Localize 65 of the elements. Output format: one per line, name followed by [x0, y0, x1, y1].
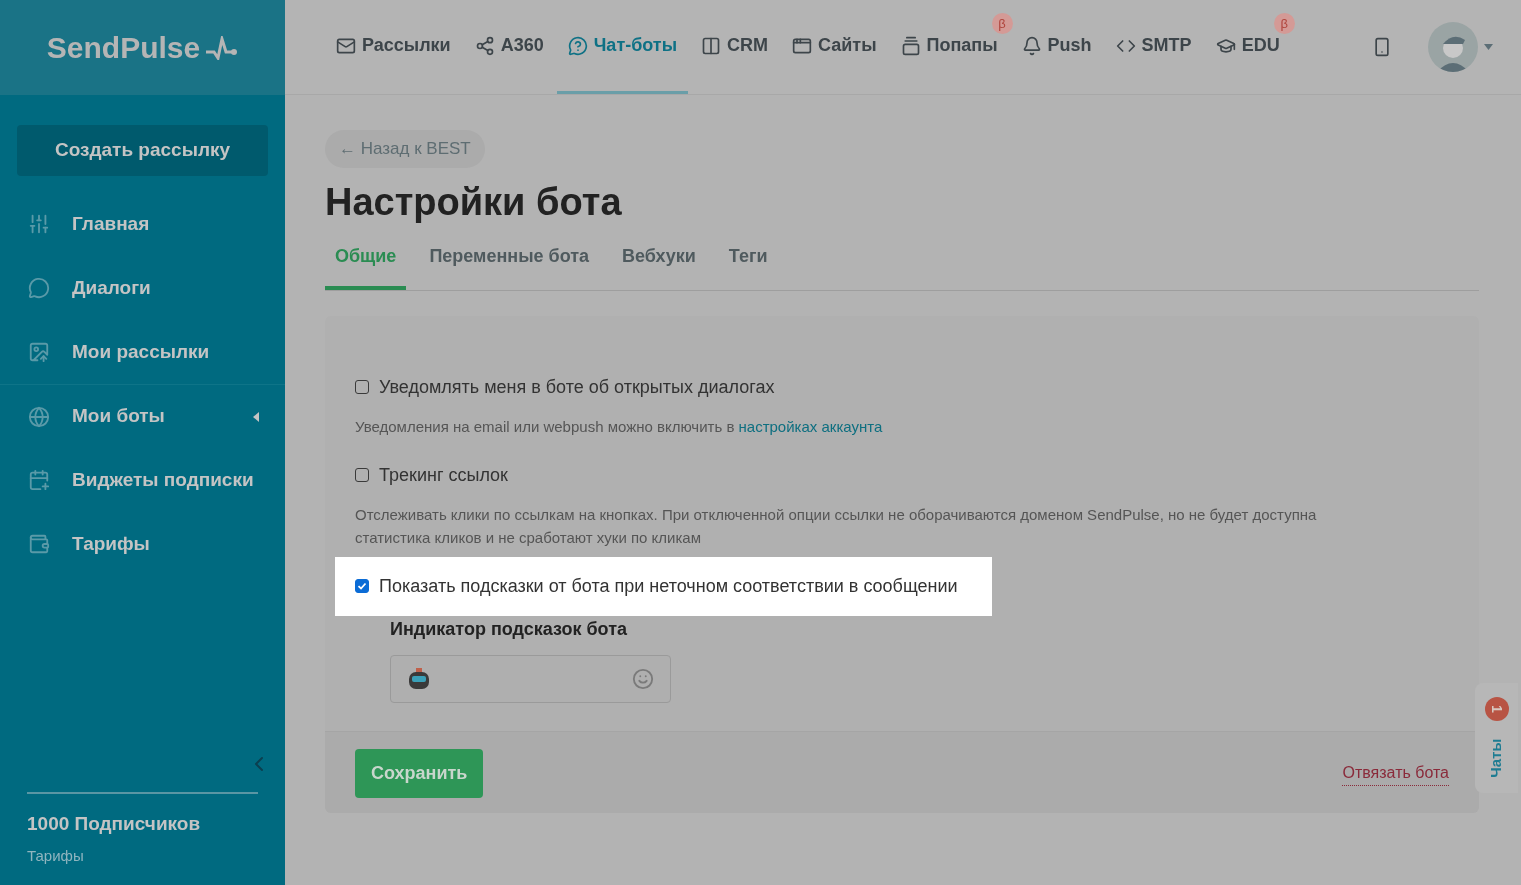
- avatar[interactable]: [1428, 22, 1478, 72]
- page-title: Настройки бота: [325, 179, 623, 225]
- nav-tab[interactable]: Push: [1010, 0, 1103, 94]
- speech-bubble-icon: [28, 277, 50, 299]
- chat-bubble-icon: [567, 35, 588, 56]
- back-link[interactable]: ← Назад к BEST: [325, 130, 485, 168]
- nav-tab[interactable]: Рассылки: [325, 0, 462, 94]
- checkbox-option[interactable]: Трекинг ссылок: [335, 445, 528, 505]
- nav-tab[interactable]: A360: [463, 0, 555, 94]
- robot-icon: [407, 667, 431, 690]
- tab[interactable]: Общие: [325, 242, 407, 290]
- chats-label: Чаты: [1486, 738, 1506, 778]
- sidebar-item-label: Диалоги: [72, 275, 151, 300]
- option-description: Уведомления на email или webpush можно включить в настройках аккаунта: [354, 416, 884, 437]
- checkbox[interactable]: [355, 579, 369, 593]
- emoji-icon[interactable]: [632, 667, 654, 690]
- sidebar-row[interactable]: Мои боты: [0, 384, 285, 448]
- sidebar-row[interactable]: Виджеты подписки: [0, 448, 285, 512]
- sliders-icon: [28, 213, 50, 235]
- nav-tab[interactable]: Чат-боты: [556, 0, 689, 94]
- sidebar-row[interactable]: Тарифы: [0, 512, 285, 576]
- plan-link[interactable]: Тарифы: [27, 844, 258, 867]
- indicator-label: Индикатор подсказок бота: [390, 617, 628, 641]
- checkbox[interactable]: [355, 380, 369, 394]
- caret-down-icon[interactable]: [1484, 44, 1493, 50]
- chats-count-badge: 1: [1484, 697, 1509, 721]
- unlink-bot-link[interactable]: Отвязать бота: [1342, 760, 1449, 786]
- option-description: Отслеживать клики по ссылкам на кнопках. При отключенной опции ссылки не оборачиваются доменом SendPulse, но не будет доступна статистика кликов и не сработают хуки по кликам: [354, 504, 1318, 548]
- phone-icon[interactable]: [1372, 37, 1392, 57]
- bell-icon: [1021, 35, 1042, 56]
- sidebar-row[interactable]: Мои рассылки: [0, 320, 285, 384]
- nav-tab[interactable]: CRM: [690, 0, 780, 94]
- globe-icon: [28, 405, 50, 428]
- indicator-field[interactable]: [390, 654, 671, 703]
- gallery-icon: [900, 35, 921, 56]
- nav-tab[interactable]: SMTP: [1104, 0, 1203, 94]
- caret-icon[interactable]: [253, 411, 259, 422]
- sidebar-item-label: Виджеты подписки: [72, 467, 254, 492]
- upload-icon: [28, 341, 50, 363]
- save-button[interactable]: Сохранить: [355, 748, 484, 798]
- beta-badge: β: [991, 13, 1013, 34]
- sidebar-row[interactable]: Диалоги: [0, 256, 285, 320]
- highlighted-option[interactable]: Показать подсказки от бота при неточном соответствии в сообщении: [335, 556, 992, 616]
- account-settings-link[interactable]: настройках аккаунта: [738, 417, 883, 435]
- beta-badge: β: [1273, 13, 1295, 34]
- columns-icon: [701, 35, 722, 56]
- pulse-icon: [204, 35, 239, 60]
- tab[interactable]: Вебхуки: [612, 242, 706, 290]
- sidebar-row[interactable]: Главная: [0, 192, 285, 256]
- tab[interactable]: Переменные бота: [419, 242, 600, 290]
- sidebar-item-label: Главная: [72, 211, 150, 236]
- checkbox-option[interactable]: Уведомлять меня в боте об открытых диалогах: [335, 357, 795, 417]
- nodes-icon: [474, 35, 495, 56]
- tab[interactable]: Теги: [718, 242, 778, 290]
- checkbox[interactable]: [355, 468, 369, 482]
- calendar-plus-icon: [28, 469, 50, 491]
- checkmark-icon: [357, 581, 367, 591]
- plan-label: 1000 Подписчиков: [27, 812, 202, 836]
- sidebar-item-label: Мои боты: [72, 404, 165, 429]
- chats-tab[interactable]: 1 Чаты: [1475, 683, 1518, 793]
- sidebar-item-label: Тарифы: [72, 531, 150, 556]
- sidebar-item-label: Мои рассылки: [72, 339, 210, 364]
- create-campaign-button[interactable]: Создать рассылку: [17, 125, 268, 176]
- wallet-icon: [28, 533, 50, 555]
- nav-tab[interactable]: Сайты: [781, 0, 888, 94]
